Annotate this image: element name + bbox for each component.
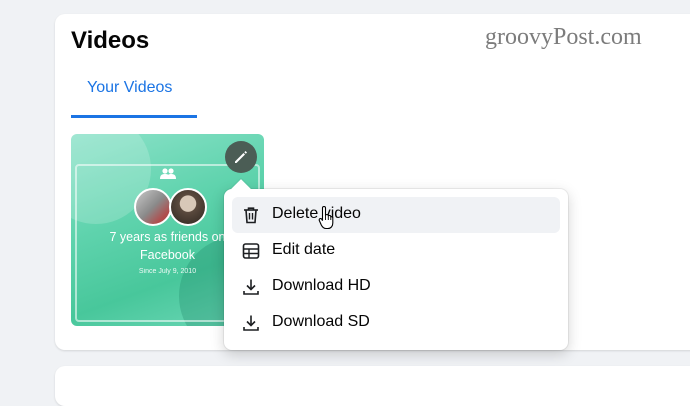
hand-cursor-icon xyxy=(318,205,334,230)
download-icon xyxy=(243,279,259,295)
menu-item-download-sd[interactable]: Download SD xyxy=(232,305,560,341)
tab-label: Your Videos xyxy=(87,79,173,96)
trash-icon xyxy=(244,207,258,224)
tab-your-videos[interactable]: Your Videos xyxy=(71,68,197,118)
video-options-menu: Delete video Edit date Download HD Downl… xyxy=(224,179,568,350)
menu-item-label: Download SD xyxy=(272,313,370,330)
menu-item-download-hd[interactable]: Download HD xyxy=(232,269,560,305)
menu-item-edit-date[interactable]: Edit date xyxy=(232,233,560,269)
menu-item-label: Edit date xyxy=(272,241,336,258)
videos-card: Videos Your Videos 7 years as friends on… xyxy=(55,14,690,350)
avatar xyxy=(169,188,207,226)
download-icon xyxy=(243,315,259,331)
friends-icon xyxy=(160,168,176,179)
page-title: Videos xyxy=(71,27,150,54)
next-card xyxy=(55,366,690,406)
menu-item-label: Download HD xyxy=(272,277,371,294)
menu-item-delete-video[interactable]: Delete video xyxy=(232,197,560,233)
watermark: groovyPost.com xyxy=(485,24,642,50)
avatar xyxy=(134,188,172,226)
edit-video-button[interactable] xyxy=(225,141,257,173)
menu-item-label: Delete video xyxy=(272,205,361,222)
calendar-grid-icon xyxy=(242,243,260,259)
pencil-icon xyxy=(235,151,247,163)
active-tab-indicator xyxy=(71,115,197,118)
